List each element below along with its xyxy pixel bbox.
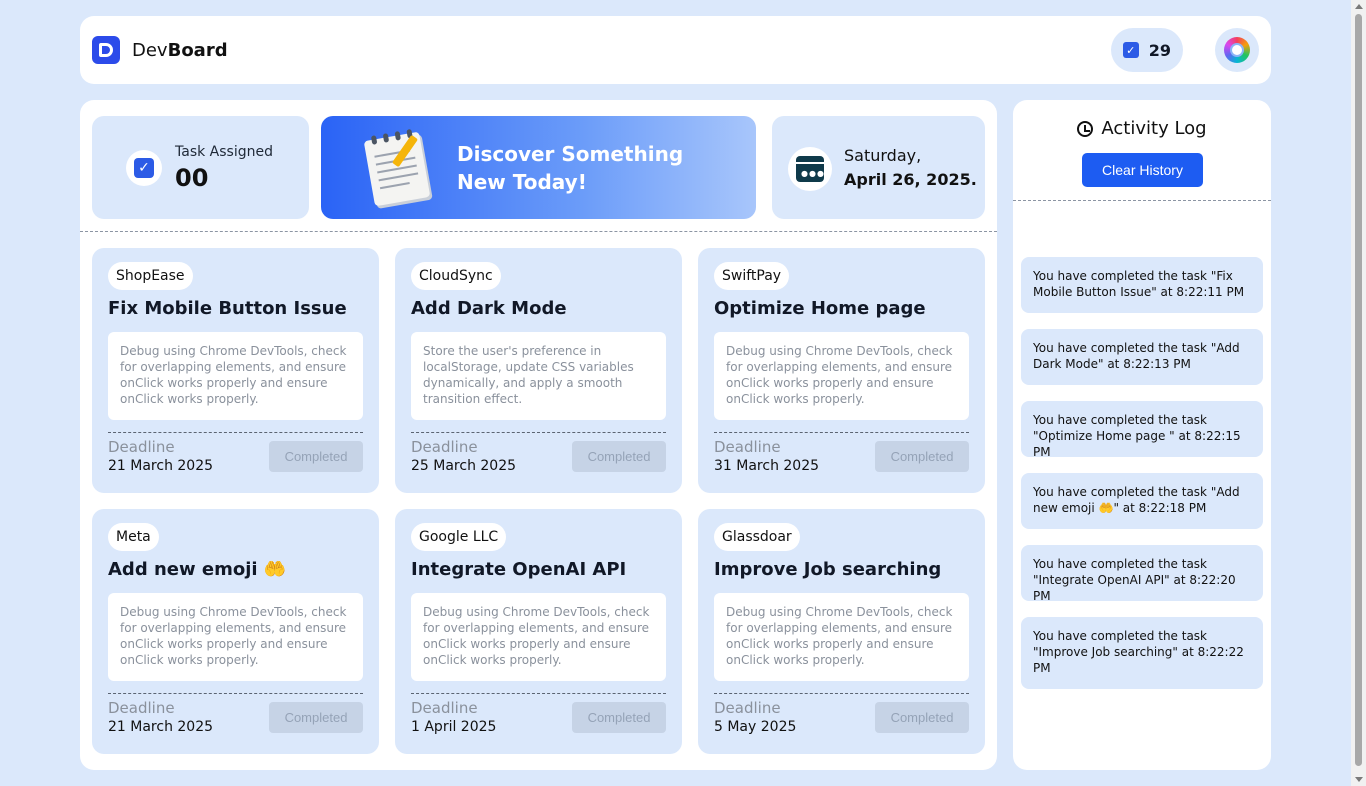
task-description: Debug using Chrome DevTools, check for o… [714,332,969,420]
task-card: SwiftPay Optimize Home page Debug using … [698,248,985,493]
task-card: CloudSync Add Dark Mode Store the user's… [395,248,682,493]
completed-button[interactable]: Completed [875,702,969,733]
task-description: Debug using Chrome DevTools, check for o… [714,593,969,681]
devboard-logo-icon [92,36,120,64]
discover-banner: Discover Something New Today! [321,116,756,219]
task-title: Fix Mobile Button Issue [108,298,347,319]
task-count-badge[interactable]: ✓ 29 [1110,28,1183,72]
deadline-label: Deadline [108,699,175,717]
task-title: Optimize Home page [714,298,926,319]
deadline-label: Deadline [411,699,478,717]
task-description: Debug using Chrome DevTools, check for o… [411,593,666,681]
company-tag: ShopEase [108,262,193,290]
activity-panel: Activity Log Clear History You have comp… [1013,100,1271,770]
history-icon [1077,120,1094,137]
task-separator [411,432,666,433]
task-card: Meta Add new emoji 🤲 Debug using Chrome … [92,509,379,754]
main-panel: ✓ Task Assigned 00 Discover Something Ne… [80,100,997,770]
theme-wheel-button[interactable] [1215,28,1259,72]
color-wheel-icon [1224,37,1250,63]
task-assigned-value: 00 [175,164,209,192]
deadline-date: 31 March 2025 [714,458,820,474]
activity-divider [1013,200,1271,201]
deadline-label: Deadline [714,699,781,717]
brand-light: Dev [132,39,168,61]
log-item: You have completed the task "Integrate O… [1021,545,1263,603]
task-card: Glassdoar Improve Job searching Debug us… [698,509,985,754]
completed-button[interactable]: Completed [269,702,363,733]
date-card: ●●● Saturday, April 26, 2025. [772,116,985,219]
top-header: DevBoard ✓ 29 [80,16,1271,84]
deadline-date: 21 March 2025 [108,719,214,735]
task-separator [714,432,969,433]
company-tag: CloudSync [411,262,501,290]
deadline-label: Deadline [714,438,781,456]
task-separator [714,693,969,694]
scroll-down-arrow-icon[interactable] [1355,777,1363,782]
activity-title: Activity Log [1101,118,1207,139]
scrollbar-thumb[interactable] [1355,14,1362,766]
task-title: Integrate OpenAI API [411,559,627,580]
deadline-date: 25 March 2025 [411,458,517,474]
brand-name: DevBoard [132,40,228,61]
company-tag: Google LLC [411,523,507,551]
log-item: You have completed the task "Add new emo… [1021,473,1263,529]
completed-button[interactable]: Completed [572,702,666,733]
task-card: ShopEase Fix Mobile Button Issue Debug u… [92,248,379,493]
task-assigned-label: Task Assigned [175,144,273,160]
task-separator [108,432,363,433]
page-scrollbar[interactable] [1351,0,1366,786]
log-item: You have completed the task "Optimize Ho… [1021,401,1263,459]
task-title: Improve Job searching [714,559,942,580]
task-title: Add new emoji 🤲 [108,559,287,580]
brand-bold: Board [167,39,228,61]
date-day: Saturday, [844,146,922,165]
clear-history-button[interactable]: Clear History [1082,153,1203,187]
deadline-label: Deadline [108,438,175,456]
company-tag: SwiftPay [714,262,790,290]
activity-header: Activity Log [1013,118,1271,139]
task-separator [411,693,666,694]
notepad-icon [363,128,431,207]
company-tag: Meta [108,523,159,551]
deadline-label: Deadline [411,438,478,456]
calendar-icon: ●●● [788,147,832,191]
task-description: Debug using Chrome DevTools, check for o… [108,332,363,420]
deadline-date: 21 March 2025 [108,458,214,474]
deadline-date: 5 May 2025 [714,719,797,735]
log-item: You have completed the task "Improve Job… [1021,617,1263,689]
task-title: Add Dark Mode [411,298,567,319]
scroll-up-arrow-icon[interactable] [1355,4,1363,9]
task-card: Google LLC Integrate OpenAI API Debug us… [395,509,682,754]
task-separator [108,693,363,694]
task-count-value: 29 [1148,40,1171,60]
section-divider [80,231,997,232]
task-assigned-card: ✓ Task Assigned 00 [92,116,309,219]
completed-button[interactable]: Completed [875,441,969,472]
checkbox-icon: ✓ [126,150,162,186]
deadline-date: 1 April 2025 [411,719,497,735]
completed-button[interactable]: Completed [572,441,666,472]
banner-text: Discover Something New Today! [457,142,684,194]
checkbox-icon: ✓ [1122,42,1139,58]
date-full: April 26, 2025. [844,170,977,189]
log-item: You have completed the task "Fix Mobile … [1021,257,1263,313]
log-item: You have completed the task "Add Dark Mo… [1021,329,1263,385]
task-description: Store the user's preference in localStor… [411,332,666,420]
task-description: Debug using Chrome DevTools, check for o… [108,593,363,681]
company-tag: Glassdoar [714,523,800,551]
completed-button[interactable]: Completed [269,441,363,472]
